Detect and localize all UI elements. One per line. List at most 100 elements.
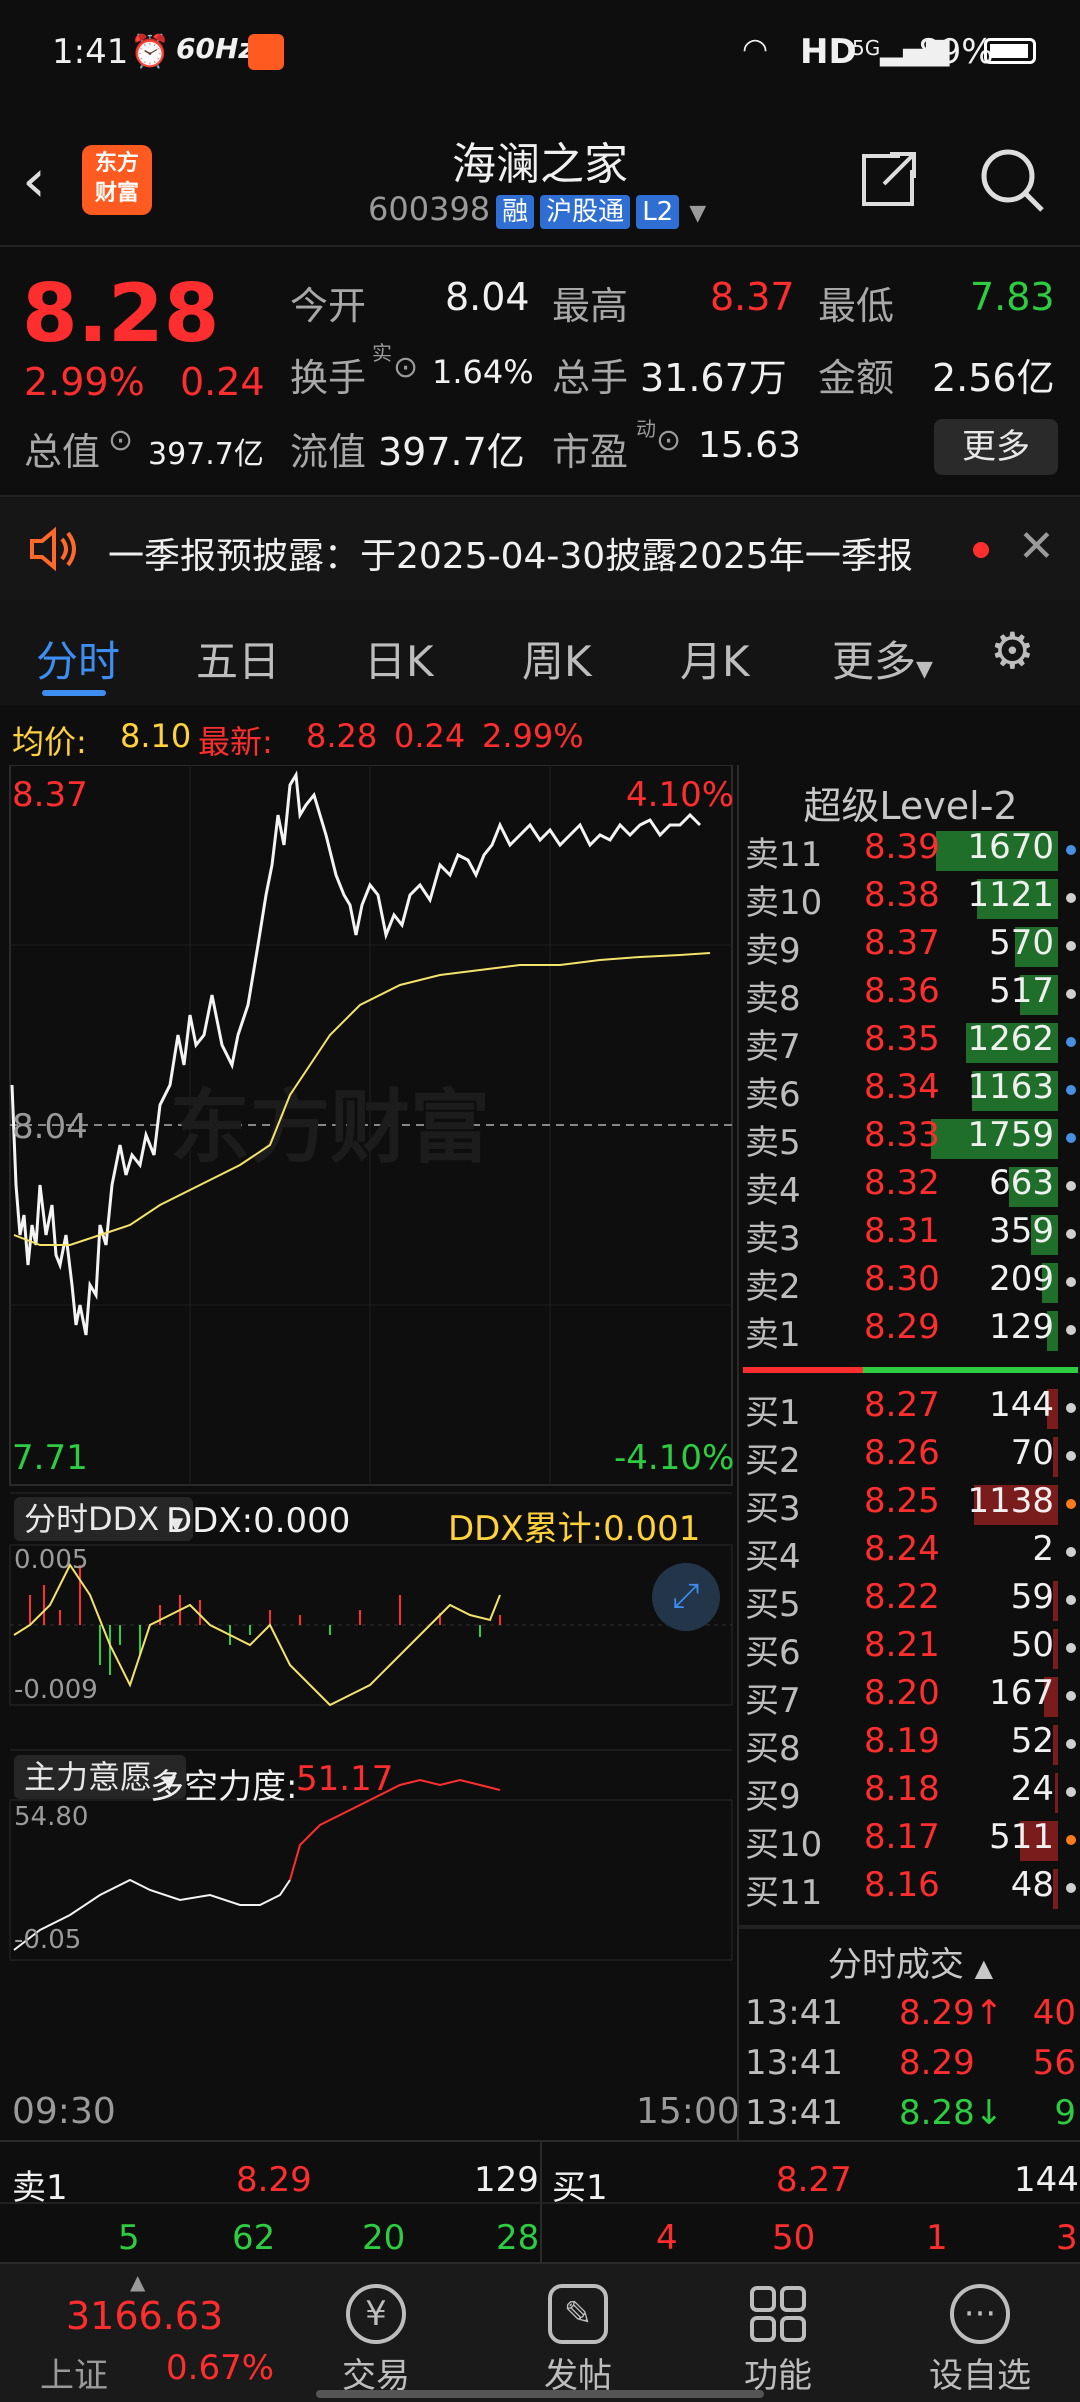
level-volume: 1262 [967,1019,1054,1059]
dock-post[interactable]: ✎ 发帖 [508,2264,648,2397]
force-value: 51.17 [296,1759,394,1799]
bid-row[interactable]: 买2 8.26 70 [739,1433,1080,1481]
level2-title[interactable]: 超级Level-2 [739,775,1080,830]
tab-more[interactable]: 更多▼ [832,628,933,689]
level-label: 买1 [745,1393,801,1433]
level-price: 8.30 [864,1259,940,1299]
index-name: 上证 [40,2356,108,2396]
volume-label: 总手 [552,356,629,400]
ask-row[interactable]: 卖4 8.32 663 [739,1163,1080,1211]
level-volume: 517 [989,971,1054,1011]
bid-row[interactable]: 买5 8.22 59 [739,1577,1080,1625]
expand-icon[interactable]: ⤢ [652,1563,720,1631]
level-price: 8.19 [864,1721,940,1761]
level-label: 卖10 [745,883,823,923]
open-label: 今开 [290,284,367,328]
tick-count: 28 [496,2218,540,2258]
dock-trade[interactable]: ¥ 交易 [306,2264,446,2397]
turnover-sup: 实 [372,341,392,365]
ask-row[interactable]: 卖5 8.33 1759 [739,1115,1080,1163]
latest-change: 0.24 [394,717,466,755]
level-price: 8.35 [864,1019,940,1059]
ask-row[interactable]: 卖9 8.37 570 [739,923,1080,971]
notice-bar[interactable]: 一季报预披露：于2025-04-30披露2025年一季报 ✕ [0,495,1080,604]
avg-value: 8.10 [120,717,192,755]
level-volume: 1163 [967,1067,1054,1107]
level-price: 8.21 [864,1625,940,1665]
bid-row[interactable]: 买9 8.18 24 [739,1769,1080,1817]
ask-row[interactable]: 卖7 8.35 1262 [739,1019,1080,1067]
mcap-value: 397.7亿 [148,437,264,472]
bid-ratio-bar [863,1367,1078,1373]
tab-intraday[interactable]: 分时 [36,628,120,689]
trades-title[interactable]: 分时成交 ▲ [739,1937,1080,1986]
level-volume: 359 [989,1211,1054,1251]
settings-gear-icon[interactable]: ⚙ [990,622,1035,680]
ddx-axis-top: 0.005 [14,1545,89,1575]
ask-row[interactable]: 卖1 8.29 129 [739,1307,1080,1355]
level-volume: 2 [1032,1529,1054,1569]
level-price: 8.25 [864,1481,940,1521]
bid-row[interactable]: 买6 8.21 50 [739,1625,1080,1673]
ask-row[interactable]: 卖11 8.39 1670 [739,827,1080,875]
quote-panel: 8.28 2.99% 0.24 今开 8.04 最高 8.37 最低 7.83 … [0,245,1080,495]
bid1-price: 8.27 [776,2160,852,2200]
level-price: 8.38 [864,875,940,915]
level-price: 8.31 [864,1211,940,1251]
float-value: 397.7亿 [378,430,525,474]
ask-row[interactable]: 卖10 8.38 1121 [739,875,1080,923]
pe-value: 15.63 [698,425,802,466]
ask-row[interactable]: 卖2 8.30 209 [739,1259,1080,1307]
axis-high: 8.37 [12,775,88,815]
bid-row[interactable]: 买3 8.25 1138 [739,1481,1080,1529]
unread-dot [973,542,989,558]
level-volume: 209 [989,1259,1054,1299]
ask-row[interactable]: 卖3 8.31 359 [739,1211,1080,1259]
low-value: 7.83 [970,275,1055,319]
level-label: 买9 [745,1777,801,1817]
float-label: 流值 [290,430,367,474]
info-icon[interactable]: ⊙ [393,350,418,385]
tab-monthly-k[interactable]: 月K [680,628,750,689]
dock-add-watchlist[interactable]: ··· 设自选 [910,2264,1050,2397]
index-widget[interactable]: ▲ 3166.63 上证 0.67% [0,2264,290,2402]
ask-row[interactable]: 卖8 8.36 517 [739,971,1080,1019]
level-dot [1066,1595,1076,1605]
battery-percent: 89% [918,32,994,72]
tab-five-day[interactable]: 五日 [196,628,280,689]
bid-row[interactable]: 买10 8.17 511 [739,1817,1080,1865]
info-icon[interactable]: ⊙ [108,423,133,458]
bid-row[interactable]: 买8 8.19 52 [739,1721,1080,1769]
level-dot [1066,1691,1076,1701]
close-icon[interactable]: ✕ [1018,521,1055,572]
search-icon[interactable] [978,146,1046,214]
more-dots-icon: ··· [950,2284,1010,2344]
bid-row[interactable]: 买1 8.27 144 [739,1385,1080,1433]
level-label: 买4 [745,1537,801,1577]
ask1-price: 8.29 [236,2160,312,2200]
level-label: 买7 [745,1681,801,1721]
status-time: 1:41 [52,32,129,72]
level-dot [1066,1085,1076,1095]
time-end: 15:00 [636,2091,740,2132]
tab-daily-k[interactable]: 日K [364,628,434,689]
grid-icon [748,2284,808,2344]
ask-row[interactable]: 卖6 8.34 1163 [739,1067,1080,1115]
chart-area[interactable]: 东方财富 8.37 4.10% 8.04 7.71 -4.10% 分时DDX ▼… [0,765,740,2140]
tab-weekly-k[interactable]: 周K [522,628,592,689]
trade-row: 13:41 8.29↑ 40 [739,1993,1080,2041]
dock-functions[interactable]: 功能 [708,2264,848,2397]
share-icon[interactable] [856,148,920,212]
bid-row[interactable]: 买7 8.20 167 [739,1673,1080,1721]
bid-row[interactable]: 买4 8.24 2 [739,1529,1080,1577]
axis-high-pct: 4.10% [626,775,735,815]
level-label: 卖8 [745,979,801,1019]
level-label: 买5 [745,1585,801,1625]
level-dot [1066,1229,1076,1239]
stock-code-row[interactable]: 600398 融沪股通 L2 ▼ [368,190,706,229]
bid-row[interactable]: 买11 8.16 48 [739,1865,1080,1913]
more-button[interactable]: 更多 [934,419,1058,475]
open-value: 8.04 [445,275,530,319]
info-icon[interactable]: ⊙ [656,423,681,458]
pe-label: 市盈 [552,430,629,474]
